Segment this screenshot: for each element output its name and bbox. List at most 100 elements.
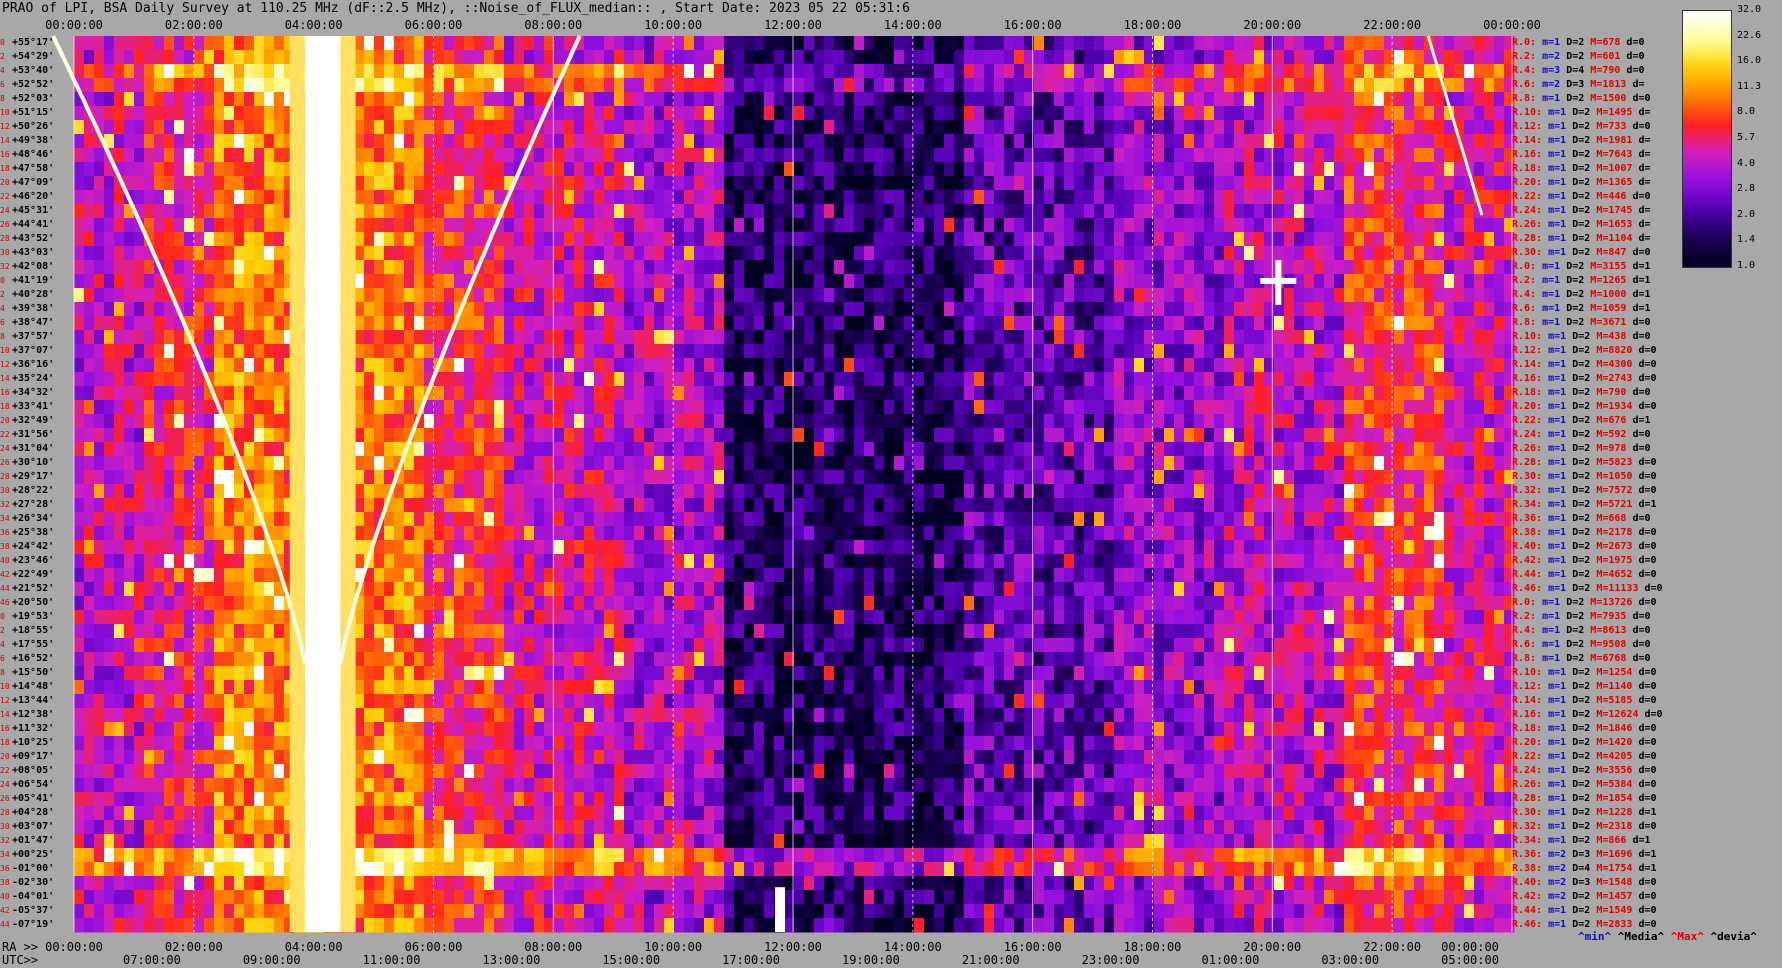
heatmap-cell [644, 414, 655, 429]
heatmap-cell [134, 442, 145, 457]
heatmap-cell [964, 92, 975, 107]
heatmap-cell [764, 260, 775, 275]
heatmap-cell [734, 498, 745, 513]
heatmap-cell [774, 288, 785, 303]
heatmap-cell [644, 372, 655, 387]
heatmap-cell [144, 36, 155, 51]
heatmap-cell [1264, 442, 1275, 457]
heatmap-cell [1354, 358, 1365, 373]
heatmap-cell [364, 442, 375, 457]
heatmap-cell [1394, 358, 1405, 373]
heatmap-cell [1284, 330, 1295, 345]
heatmap-cell [1004, 372, 1015, 387]
heatmap-cell [84, 204, 95, 219]
heatmap-cell [864, 288, 875, 303]
heatmap-cell [1434, 148, 1445, 163]
heatmap-cell [874, 414, 885, 429]
heatmap-cell [834, 428, 845, 443]
heatmap-cell [234, 120, 245, 135]
heatmap-cell [1364, 316, 1375, 331]
heatmap-cell [884, 218, 895, 233]
heatmap-cell [154, 50, 165, 65]
heatmap-cell [474, 344, 485, 359]
heatmap-cell [1244, 358, 1255, 373]
heatmap-cell [454, 484, 465, 499]
heatmap-cell [1154, 498, 1165, 513]
heatmap-cell [1454, 78, 1465, 93]
heatmap-cell [524, 288, 535, 303]
heatmap-cell [1324, 302, 1335, 317]
heatmap-cell [744, 78, 755, 93]
heatmap-cell [444, 36, 455, 51]
heatmap-cell [1194, 106, 1205, 121]
heatmap-cell [1234, 260, 1245, 275]
heatmap-cell [454, 358, 465, 373]
heatmap-cell [704, 260, 715, 275]
heatmap-cell [1424, 386, 1435, 401]
heatmap-cell [84, 386, 95, 401]
heatmap-cell [444, 288, 455, 303]
heatmap-cell [744, 456, 755, 471]
heatmap-cell [1374, 414, 1385, 429]
heatmap-cell [1474, 344, 1485, 359]
heatmap-cell [1214, 162, 1225, 177]
heatmap-cell [624, 260, 635, 275]
heatmap-cell [1344, 162, 1355, 177]
heatmap-cell [1084, 372, 1095, 387]
heatmap-cell [514, 470, 525, 485]
heatmap-cell [1424, 232, 1435, 247]
heatmap-cell [114, 330, 125, 345]
heatmap-cell [244, 92, 255, 107]
heatmap-cell [1414, 204, 1425, 219]
heatmap-cell [464, 386, 475, 401]
heatmap-cell [794, 470, 805, 485]
heatmap-cell [204, 106, 215, 121]
heatmap-cell [704, 344, 715, 359]
heatmap-cell [474, 148, 485, 163]
heatmap-cell [414, 316, 425, 331]
heatmap-cell [1084, 484, 1095, 499]
heatmap-cell [1014, 50, 1025, 65]
heatmap-cell [1214, 246, 1225, 261]
heatmap-cell [194, 246, 205, 261]
heatmap-cell [924, 120, 935, 135]
heatmap-cell [644, 498, 655, 513]
heatmap-cell [644, 92, 655, 107]
heatmap-cell [964, 484, 975, 499]
heatmap-cell [554, 204, 565, 219]
heatmap-cell [1224, 358, 1235, 373]
heatmap-cell [264, 316, 275, 331]
heatmap-cell [1264, 400, 1275, 415]
heatmap-cell [454, 120, 465, 135]
heatmap-cell [744, 358, 755, 373]
heatmap-cell [914, 372, 925, 387]
heatmap-cell [1274, 232, 1285, 247]
heatmap-cell [1294, 204, 1305, 219]
heatmap-cell [374, 176, 385, 191]
heatmap-cell [1244, 498, 1255, 513]
heatmap-cell [204, 204, 215, 219]
heatmap-cell [214, 78, 225, 93]
heatmap-cell [274, 470, 285, 485]
heatmap-cell [1044, 442, 1055, 457]
heatmap-cell [214, 274, 225, 289]
heatmap-cell [644, 330, 655, 345]
heatmap-cell [674, 120, 685, 135]
heatmap-cell [934, 106, 945, 121]
heatmap-cell [494, 358, 505, 373]
heatmap-cell [914, 64, 925, 79]
heatmap-cell [374, 260, 385, 275]
heatmap-cell [964, 344, 975, 359]
heatmap-cell [1234, 176, 1245, 191]
heatmap-cell [704, 36, 715, 51]
heatmap-cell [654, 456, 665, 471]
heatmap-cell [1484, 302, 1495, 317]
heatmap-cell [1404, 120, 1415, 135]
heatmap-cell [234, 372, 245, 387]
heatmap-cell [134, 120, 145, 135]
heatmap-cell [1364, 414, 1375, 429]
heatmap-cell [1394, 92, 1405, 107]
heatmap-cell [184, 498, 195, 513]
heatmap-cell [584, 316, 595, 331]
heatmap-cell [1134, 400, 1145, 415]
